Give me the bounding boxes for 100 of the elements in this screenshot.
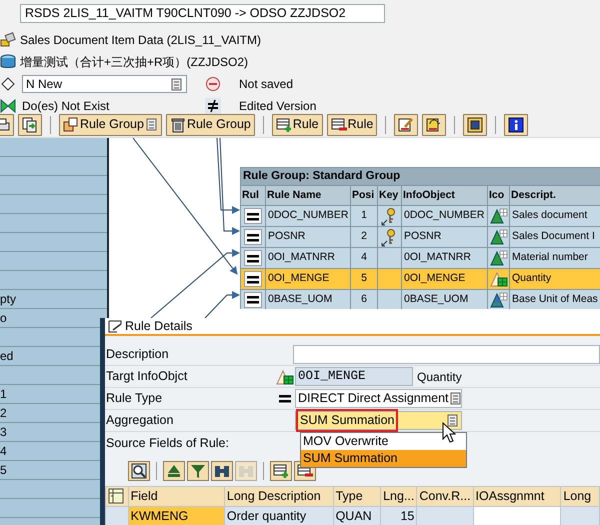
- minus-circle-icon: [205, 76, 221, 92]
- source-name: Sales Document Item Data (2LIS_11_VAITM): [20, 32, 261, 49]
- database-icon: [0, 54, 16, 70]
- panel-text: 4: [0, 444, 7, 458]
- bowtie-icon: [0, 98, 16, 114]
- panel-text: 1: [0, 387, 7, 401]
- column-header[interactable]: Descript.: [510, 186, 600, 206]
- diamond-icon: [0, 76, 16, 92]
- dropdown-list-icon[interactable]: [170, 76, 183, 92]
- characteristic-icon: [490, 207, 508, 226]
- table-cell: 15: [380, 506, 417, 525]
- column-header[interactable]: Long: [560, 486, 600, 506]
- toolbar-button[interactable]: Rule: [272, 114, 323, 136]
- select-field[interactable]: DIRECT Direct Assignment: [295, 389, 462, 408]
- table-cell: 0BASE_UOM: [266, 290, 350, 311]
- equals-icon: [247, 295, 259, 304]
- table-cell: 0OI_MENGE: [266, 268, 350, 290]
- rule-type-button[interactable]: [244, 292, 262, 308]
- table-cell: 2: [350, 226, 378, 248]
- details-button[interactable]: [128, 461, 150, 481]
- not-equal-icon: [205, 98, 221, 114]
- toolbar-button[interactable]: Rule Group: [59, 114, 162, 136]
- frame-icon: [467, 116, 484, 132]
- find-next-icon: [238, 463, 254, 479]
- panel-text: 2: [0, 406, 7, 420]
- table-cell: QUAN: [333, 506, 381, 525]
- table-cell: 0OI_MENGE: [402, 268, 488, 290]
- table-cell: 5: [350, 268, 378, 290]
- equals-icon: [247, 212, 259, 221]
- field-label: Description: [105, 346, 170, 364]
- toolbar-button[interactable]: Rule: [326, 114, 378, 136]
- sort-icon: [166, 463, 182, 479]
- characteristic-icon: [490, 228, 508, 246]
- dropdown-option[interactable]: SUM Summation: [301, 450, 466, 467]
- find-button[interactable]: [211, 461, 233, 481]
- panel-text: 5: [0, 463, 7, 477]
- copy-button[interactable]: [18, 114, 42, 136]
- select-field[interactable]: SUM Summation: [295, 411, 462, 430]
- field-label: Aggregation: [105, 412, 174, 430]
- add-row-button[interactable]: [270, 461, 292, 481]
- cursor-icon: [442, 422, 456, 443]
- description-field[interactable]: [293, 345, 600, 364]
- info-button[interactable]: [504, 114, 528, 136]
- add-row-icon: [273, 463, 289, 479]
- rule-type-button[interactable]: [244, 271, 262, 288]
- rule-type-button[interactable]: [244, 208, 262, 224]
- column-header[interactable]: Ico: [488, 186, 510, 206]
- table-cell: Order quantity: [224, 506, 334, 525]
- swap-button[interactable]: [422, 114, 446, 136]
- edit-button[interactable]: [394, 114, 418, 136]
- table-cell: 0DOC_NUMBER: [266, 206, 350, 227]
- title-field[interactable]: RSDS 2LIS_11_VAITM T90CLNT090 -> ODSO ZZJDSO2: [20, 4, 385, 23]
- column-header[interactable]: Long Description: [224, 486, 334, 506]
- rule-type-button[interactable]: [244, 229, 262, 246]
- panel-text: pty: [0, 292, 16, 306]
- swap-icon: [426, 116, 442, 132]
- rule-type-button[interactable]: [244, 250, 262, 266]
- info-icon: [508, 116, 524, 132]
- column-header[interactable]: Posi: [350, 186, 378, 206]
- filter-icon: [190, 463, 206, 479]
- save-status: Not saved: [239, 76, 294, 93]
- column-header[interactable]: Lng...: [380, 486, 417, 506]
- column-header[interactable]: Type: [333, 486, 381, 506]
- find-icon: [214, 463, 230, 479]
- column-header[interactable]: InfoObject: [402, 186, 488, 206]
- target-name: 增量测试（合计+三次抽+R项）(ZZJDSO2): [20, 54, 248, 71]
- column-header[interactable]: Conv.R...: [416, 486, 474, 506]
- details-icon: [131, 463, 147, 479]
- version-select[interactable]: N New: [22, 75, 187, 93]
- key-icon: [380, 206, 398, 226]
- filter-button[interactable]: [187, 461, 209, 481]
- column-header[interactable]: Field: [128, 486, 224, 506]
- equals-icon: [247, 274, 259, 284]
- equals-icon: [279, 394, 291, 403]
- field-note: Quantity: [417, 368, 462, 386]
- dropdown-list-icon: [448, 391, 462, 406]
- sort-button[interactable]: [163, 461, 185, 481]
- dropdown-menu-list[interactable]: MOV Overwrite SUM Summation: [300, 432, 467, 468]
- equals-icon: [247, 254, 259, 263]
- toolbar-button[interactable]: Rule Group: [166, 114, 255, 136]
- equals-icon: [247, 232, 259, 242]
- section-label: Source Fields of Rule:: [105, 434, 230, 452]
- column-header[interactable]: Rul: [240, 186, 266, 206]
- frame-button[interactable]: [463, 114, 488, 136]
- dropdown-option[interactable]: MOV Overwrite: [301, 433, 466, 450]
- version-status: Edited Version: [239, 98, 316, 115]
- column-header[interactable]: Key: [378, 186, 402, 206]
- trash-icon: [170, 116, 186, 132]
- panel-text: o: [0, 311, 7, 325]
- remove-row-icon: [330, 116, 347, 132]
- layout-icon[interactable]: [108, 488, 124, 504]
- add-row-icon: [276, 116, 292, 132]
- edit-icon: [107, 318, 123, 334]
- characteristic-icon: [490, 249, 508, 268]
- column-header[interactable]: Rule Name: [266, 186, 350, 206]
- column-header[interactable]: IOAssgnmnt: [473, 486, 561, 506]
- dropdown-list-icon: [446, 413, 459, 428]
- table-title: Rule Group: Standard Group: [240, 168, 600, 186]
- infoobject-field[interactable]: 0OI_MENGE: [295, 367, 413, 386]
- table-cell: POSNR: [402, 226, 488, 248]
